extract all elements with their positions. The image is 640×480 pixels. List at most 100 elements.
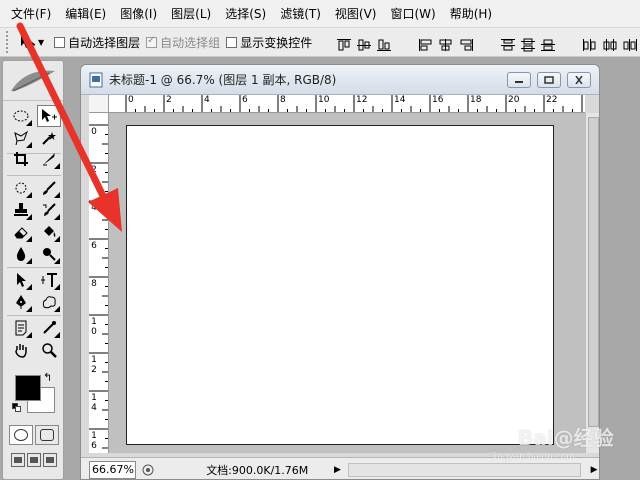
standard-mode-button[interactable] bbox=[9, 425, 33, 445]
eyedropper-tool-button[interactable] bbox=[37, 317, 61, 339]
align-hcenter-icon bbox=[439, 39, 452, 51]
menu-filter[interactable]: 滤镜(T) bbox=[273, 0, 328, 28]
document-titlebar[interactable]: 未标题-1 @ 66.7% (图层 1 副本, RGB/8) bbox=[81, 65, 599, 95]
lasso-tool-button[interactable] bbox=[9, 127, 33, 149]
distribute-vcenter-button[interactable] bbox=[518, 32, 538, 52]
dodge-tool-button[interactable] bbox=[37, 243, 61, 265]
tools-panel-header[interactable] bbox=[3, 61, 63, 101]
menu-view[interactable]: 视图(V) bbox=[328, 0, 384, 28]
ruler-label: 22 bbox=[546, 95, 558, 105]
path-select-tool-button[interactable] bbox=[9, 269, 33, 291]
paw-logo-icon bbox=[491, 417, 516, 443]
status-info-button[interactable] bbox=[140, 462, 156, 478]
checkbox-box[interactable] bbox=[226, 36, 238, 48]
healing-brush-tool-button[interactable] bbox=[9, 177, 33, 199]
minimize-button[interactable] bbox=[507, 72, 531, 88]
window-controls bbox=[501, 72, 591, 88]
distribute-vcenter-icon bbox=[521, 38, 536, 52]
ruler-label: 2 bbox=[166, 95, 172, 105]
vertical-ruler[interactable]: 0 2 4 6 8 10 12 14 16 bbox=[89, 113, 109, 453]
crop-icon bbox=[14, 152, 28, 166]
move-tool-button[interactable] bbox=[37, 105, 61, 127]
pen-tool-button[interactable] bbox=[9, 291, 33, 313]
distribute-hcenter-button[interactable] bbox=[600, 32, 620, 52]
distribute-top-button[interactable] bbox=[498, 32, 518, 52]
standard-mode-icon bbox=[14, 429, 28, 441]
menu-file[interactable]: 文件(F) bbox=[4, 0, 58, 28]
magic-wand-tool-button[interactable] bbox=[37, 127, 61, 149]
align-vcenter-button[interactable] bbox=[354, 32, 374, 52]
clone-stamp-tool-button[interactable] bbox=[9, 199, 33, 221]
foreground-color-swatch[interactable] bbox=[15, 375, 41, 401]
maximize-button[interactable] bbox=[537, 72, 561, 88]
blur-tool-button[interactable] bbox=[9, 243, 33, 265]
type-tool-button[interactable] bbox=[37, 269, 61, 291]
tools-panel: ↰ bbox=[2, 60, 64, 480]
vertical-scrollbar[interactable] bbox=[585, 113, 599, 453]
ruler-label: 16 bbox=[91, 431, 97, 451]
show-transform-checkbox[interactable]: 显示变换控件 bbox=[226, 34, 312, 51]
divider bbox=[7, 175, 61, 176]
marquee-tool-button[interactable] bbox=[9, 105, 33, 127]
screen-mode-menu-button[interactable] bbox=[27, 453, 41, 467]
distribute-left-button[interactable] bbox=[580, 32, 600, 52]
ruler-label: 6 bbox=[91, 241, 97, 251]
feather-logo-icon bbox=[11, 70, 55, 92]
menu-help[interactable]: 帮助(H) bbox=[443, 0, 499, 28]
tool-group-select bbox=[9, 105, 61, 149]
align-bottom-icon bbox=[377, 39, 392, 51]
crop-tool-button[interactable] bbox=[9, 148, 33, 170]
distribute-vertical-group bbox=[498, 32, 558, 52]
ruler-label: 16 bbox=[432, 95, 444, 105]
ruler-label: 8 bbox=[91, 279, 97, 289]
options-grip[interactable] bbox=[6, 31, 8, 53]
screen-mode-icon bbox=[30, 457, 38, 463]
distribute-right-button[interactable] bbox=[620, 32, 640, 52]
canvas[interactable] bbox=[126, 125, 554, 445]
status-menu-button[interactable]: ▶ bbox=[331, 462, 345, 478]
align-top-button[interactable] bbox=[334, 32, 354, 52]
auto-select-layer-checkbox[interactable]: 自动选择图层 bbox=[54, 34, 140, 51]
menu-layer[interactable]: 图层(L) bbox=[164, 0, 218, 28]
menu-select[interactable]: 选择(S) bbox=[218, 0, 273, 28]
maximize-icon bbox=[544, 76, 554, 84]
align-right-button[interactable] bbox=[456, 32, 476, 52]
align-hcenter-button[interactable] bbox=[436, 32, 456, 52]
ruler-origin[interactable] bbox=[89, 95, 109, 113]
hand-tool-button[interactable] bbox=[9, 339, 33, 361]
menu-window[interactable]: 窗口(W) bbox=[383, 0, 442, 28]
ruler-label: 0 bbox=[128, 95, 134, 105]
quick-mask-button[interactable] bbox=[35, 425, 59, 445]
menu-bar: 文件(F) 编辑(E) 图像(I) 图层(L) 选择(S) 滤镜(T) 视图(V… bbox=[0, 0, 640, 28]
swap-colors-icon[interactable]: ↰ bbox=[43, 371, 52, 384]
paint-bucket-tool-button[interactable] bbox=[37, 221, 61, 243]
scrollbar-thumb[interactable] bbox=[588, 117, 599, 427]
align-right-icon bbox=[460, 39, 474, 51]
minimize-icon bbox=[515, 81, 523, 83]
eraser-tool-button[interactable] bbox=[9, 221, 33, 243]
distribute-bottom-button[interactable] bbox=[538, 32, 558, 52]
shape-tool-button[interactable] bbox=[37, 291, 61, 313]
zoom-tool-button[interactable] bbox=[37, 339, 61, 361]
checkbox-box[interactable] bbox=[54, 36, 66, 48]
divider bbox=[7, 315, 61, 316]
default-colors-icon[interactable] bbox=[12, 403, 21, 412]
slice-tool-button[interactable] bbox=[37, 148, 61, 170]
canvas-area[interactable] bbox=[109, 113, 585, 453]
zoom-field[interactable]: 66.67% bbox=[89, 460, 137, 479]
horizontal-ruler[interactable]: 0 2 4 6 8 10 12 14 16 18 20 22 bbox=[109, 95, 585, 113]
menu-image[interactable]: 图像(I) bbox=[113, 0, 164, 28]
screen-mode-standard-button[interactable] bbox=[11, 453, 25, 467]
notes-tool-button[interactable] bbox=[9, 317, 33, 339]
history-brush-tool-button[interactable] bbox=[37, 199, 61, 221]
brush-tool-button[interactable] bbox=[37, 177, 61, 199]
screen-mode-full-button[interactable] bbox=[43, 453, 57, 467]
menu-edit[interactable]: 编辑(E) bbox=[58, 0, 113, 28]
align-vcenter-icon bbox=[357, 39, 372, 51]
align-left-button[interactable] bbox=[416, 32, 436, 52]
align-bottom-button[interactable] bbox=[374, 32, 394, 52]
screen-mode-icon bbox=[46, 457, 54, 463]
tool-preset-picker[interactable]: ▼ bbox=[18, 33, 44, 51]
close-button[interactable] bbox=[567, 72, 591, 88]
ruler-label: 10 bbox=[91, 317, 97, 337]
